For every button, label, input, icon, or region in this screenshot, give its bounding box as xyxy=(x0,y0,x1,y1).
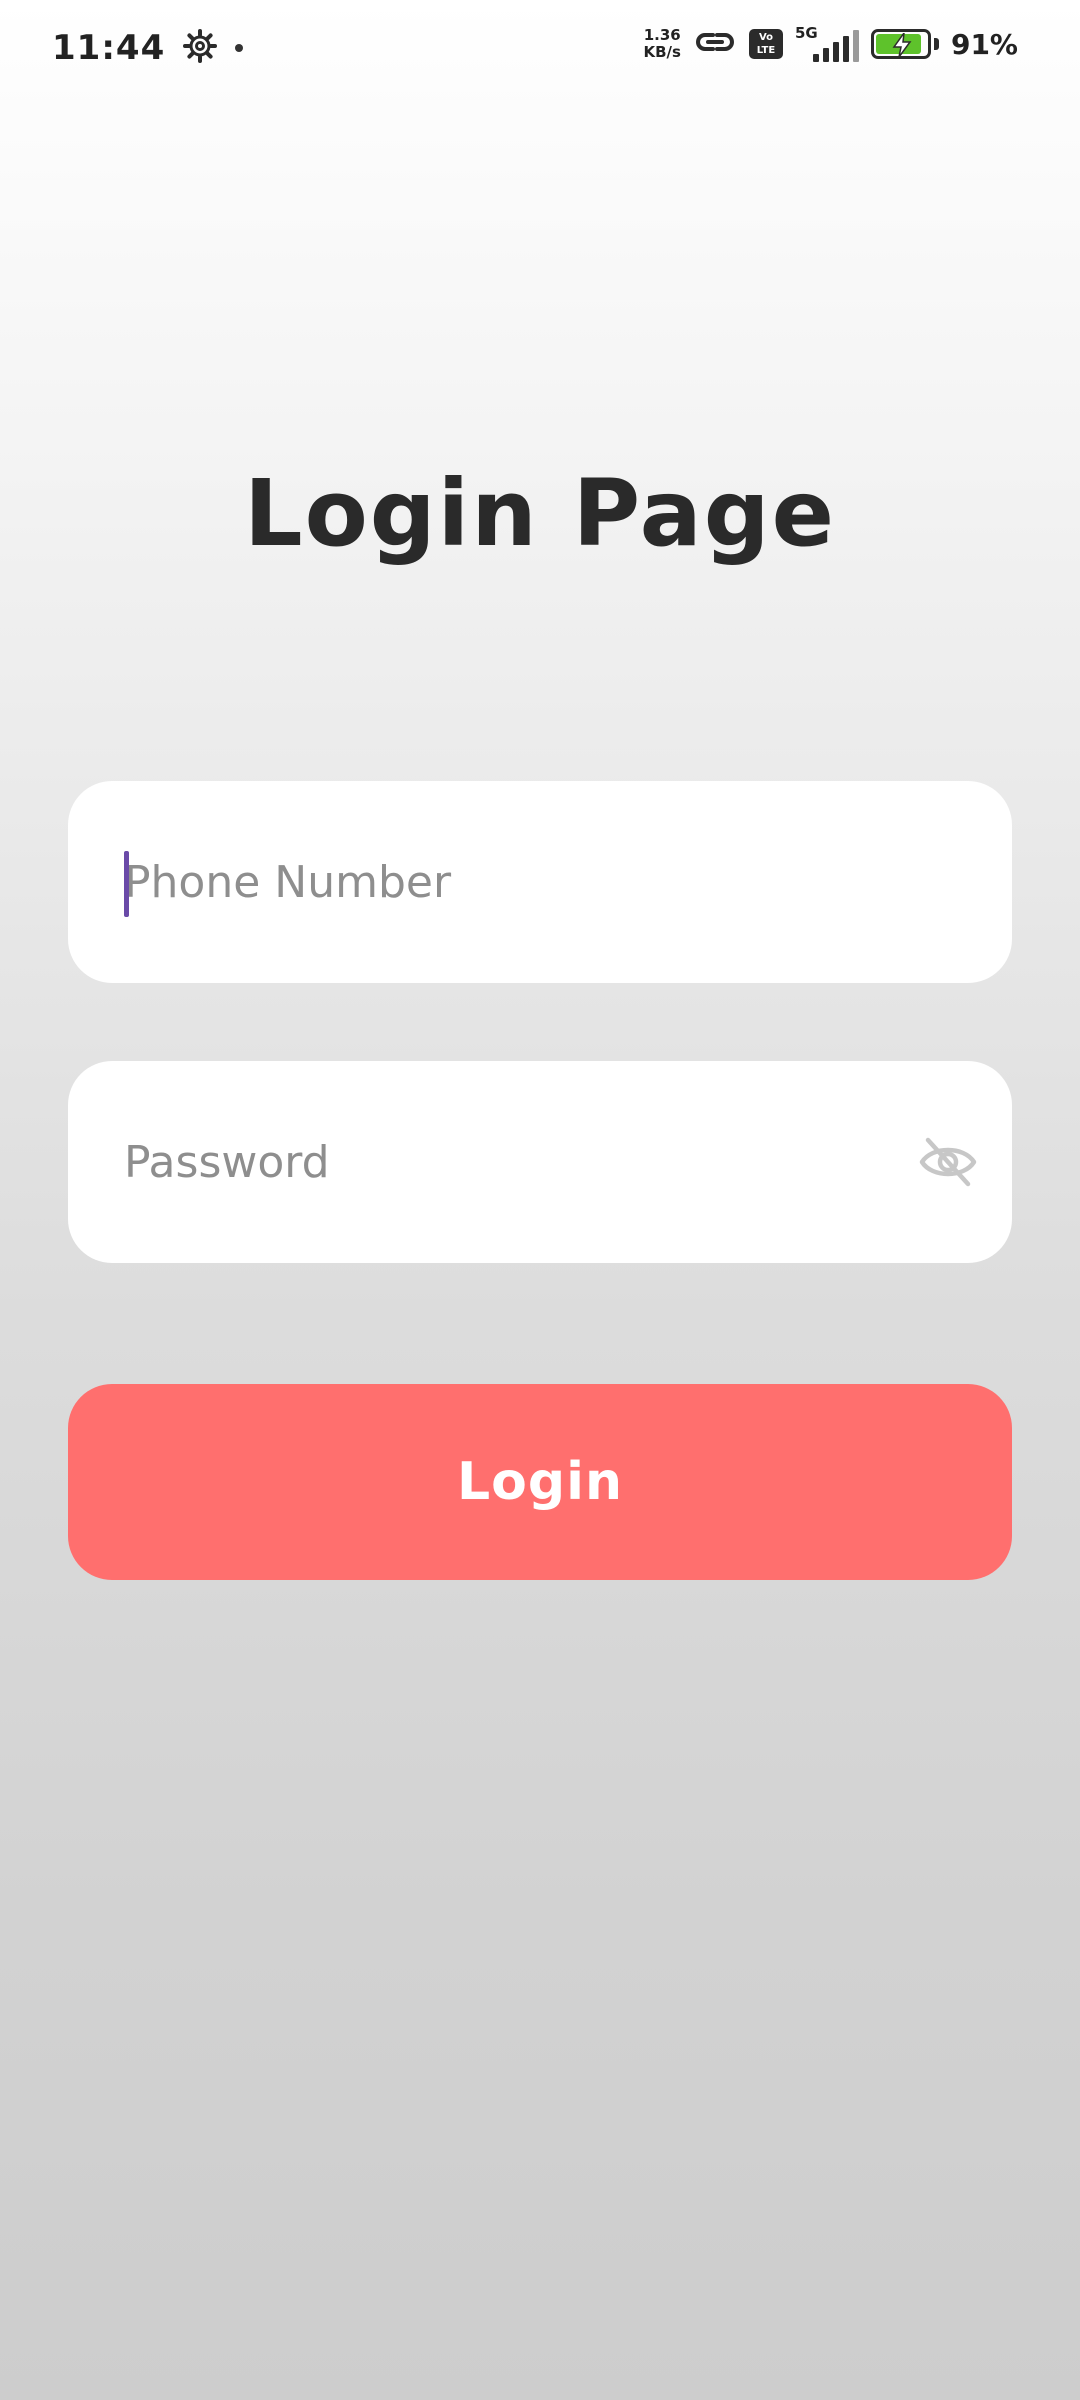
battery-percent: 91% xyxy=(950,27,1018,61)
notification-dot-icon xyxy=(235,44,244,52)
volte-icon: Vo LTE xyxy=(748,29,783,59)
status-bar-right: 1.36 KB/s Vo LTE 5G 91% xyxy=(644,24,1018,64)
password-input[interactable] xyxy=(124,1061,924,1263)
lightning-icon xyxy=(892,33,912,56)
phone-number-input[interactable] xyxy=(124,781,924,983)
status-time: 11:44 xyxy=(52,28,166,68)
volte-bottom: LTE xyxy=(756,45,776,56)
signal-strength-icon: 5G xyxy=(795,24,859,64)
phone-field-card xyxy=(68,781,1012,983)
page-title: Login Page xyxy=(243,460,837,567)
status-bar-left: 11:44 xyxy=(52,28,244,68)
network-speed: 1.36 KB/s xyxy=(644,27,681,61)
network-speed-value: 1.36 xyxy=(643,26,681,44)
battery-icon xyxy=(870,29,931,59)
password-field-card xyxy=(68,1061,1012,1263)
gear-icon xyxy=(183,29,218,67)
signal-bars xyxy=(812,30,859,62)
volte-top: Vo xyxy=(758,32,773,43)
status-bar: 11:44 1.36 KB/s Vo LTE 5G 91% xyxy=(0,0,1080,100)
login-button[interactable]: Login xyxy=(68,1384,1012,1580)
text-cursor xyxy=(124,851,129,917)
network-speed-unit: KB/s xyxy=(643,43,681,61)
eye-off-icon xyxy=(919,1137,977,1187)
link-icon xyxy=(693,25,737,63)
password-visibility-toggle[interactable] xyxy=(918,1132,978,1192)
battery-tip xyxy=(933,38,939,50)
